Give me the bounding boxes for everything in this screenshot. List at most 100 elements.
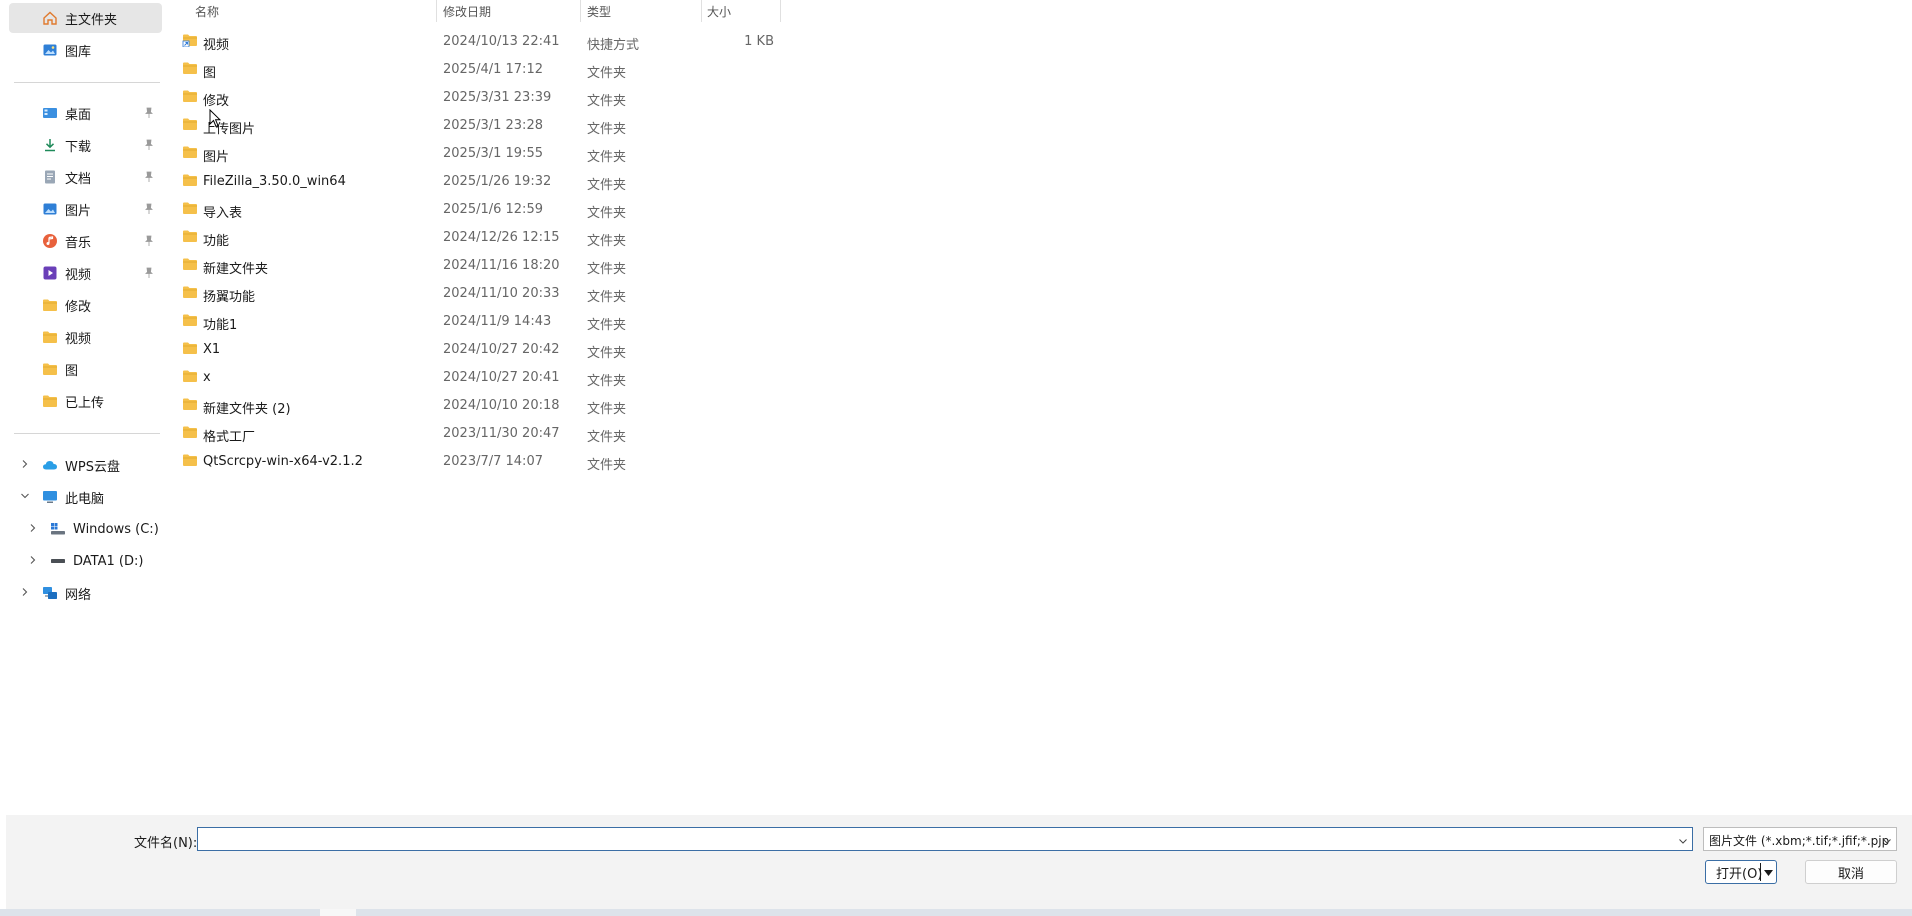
download-icon [41, 136, 59, 154]
nav-item-wps-cloud[interactable]: WPS云盘 [9, 450, 162, 480]
file-row[interactable]: 扬翼功能 2024/11/10 20:33 文件夹 [176, 279, 796, 307]
folder-icon [182, 145, 198, 159]
file-row[interactable]: 新建文件夹 2024/11/16 18:20 文件夹 [176, 251, 796, 279]
pin-icon [142, 170, 156, 184]
file-row[interactable]: X1 2024/10/27 20:42 文件夹 [176, 335, 796, 363]
chevron-right-icon[interactable] [19, 586, 31, 598]
column-separator[interactable] [436, 0, 437, 22]
this-pc-icon [41, 488, 59, 506]
nav-item-label: 网络 [65, 587, 92, 603]
file-date: 2025/1/6 12:59 [443, 202, 543, 217]
nav-item-folder-uploaded[interactable]: 已上传 [9, 386, 162, 416]
folder-icon [182, 369, 198, 383]
file-row[interactable]: 修改 2025/3/31 23:39 文件夹 [176, 83, 796, 111]
file-name: 扬翼功能 [203, 290, 256, 305]
file-type: 文件夹 [587, 402, 627, 417]
folder-icon [182, 201, 198, 215]
nav-item-documents[interactable]: 文档 [9, 162, 162, 192]
nav-item-desktop[interactable]: 桌面 [9, 98, 162, 128]
file-list: 名称 修改日期 类型 大小 视频 2024/10/13 22:41 快捷方式 1… [176, 0, 1912, 815]
nav-item-home[interactable]: 主文件夹 [9, 3, 162, 33]
file-row[interactable]: 功能1 2024/11/9 14:43 文件夹 [176, 307, 796, 335]
nav-item-folder-modify[interactable]: 修改 [9, 290, 162, 320]
file-name: x [203, 370, 211, 385]
file-row[interactable]: 新建文件夹 (2) 2024/10/10 20:18 文件夹 [176, 391, 796, 419]
open-button[interactable]: 打开(O) [1705, 860, 1777, 884]
nav-item-drive-c[interactable]: Windows (C:) [9, 514, 162, 544]
column-header-size[interactable]: 大小 [707, 0, 731, 22]
chevron-down-icon [1882, 835, 1892, 845]
nav-divider [14, 82, 160, 83]
nav-item-label: 文档 [65, 171, 92, 187]
folder-icon [41, 296, 59, 314]
chevron-right-icon[interactable] [27, 522, 39, 534]
nav-item-folder-tu[interactable]: 图 [9, 354, 162, 384]
file-name: 新建文件夹 (2) [203, 402, 291, 417]
chevron-right-icon[interactable] [19, 458, 31, 470]
folder-icon [41, 392, 59, 410]
file-row[interactable]: 格式工厂 2023/11/30 20:47 文件夹 [176, 419, 796, 447]
pin-icon [142, 234, 156, 248]
nav-item-drive-d[interactable]: DATA1 (D:) [9, 546, 162, 576]
pin-icon [142, 266, 156, 280]
file-date: 2025/3/1 23:28 [443, 118, 543, 133]
file-name: 新建文件夹 [203, 262, 269, 277]
file-row[interactable]: QtScrcpy-win-x64-v2.1.2 2023/7/7 14:07 文… [176, 447, 796, 475]
folder-icon [182, 229, 198, 243]
file-row[interactable]: FileZilla_3.50.0_win64 2025/1/26 19:32 文… [176, 167, 796, 195]
nav-item-label: 视频 [65, 267, 92, 283]
folder-icon [182, 397, 198, 411]
nav-item-label: DATA1 (D:) [73, 553, 144, 569]
desktop-icon [41, 104, 59, 122]
nav-item-pictures[interactable]: 图片 [9, 194, 162, 224]
column-separator[interactable] [701, 0, 702, 22]
file-open-dialog: 主文件夹 图库 桌面 下载 文档 图片 音乐 视频 修改 视频 图 已上传 WP… [0, 0, 1912, 916]
file-name: 修改 [203, 94, 230, 109]
nav-item-folder-videos[interactable]: 视频 [9, 322, 162, 352]
home-icon [41, 9, 59, 27]
nav-item-network[interactable]: 网络 [9, 578, 162, 608]
column-header-date[interactable]: 修改日期 [443, 0, 491, 22]
chevron-down-icon[interactable] [1678, 835, 1688, 845]
column-separator[interactable] [580, 0, 581, 22]
chevron-down-icon[interactable] [19, 490, 31, 502]
filename-input[interactable] [197, 827, 1693, 851]
file-type-filter[interactable]: 图片文件 (*.xbm;*.tif;*.jfif;*.pjp [1703, 827, 1897, 851]
nav-item-label: 图 [65, 363, 79, 379]
file-type: 文件夹 [587, 178, 627, 193]
file-row[interactable]: 功能 2024/12/26 12:15 文件夹 [176, 223, 796, 251]
file-row[interactable]: 图 2025/4/1 17:12 文件夹 [176, 55, 796, 83]
caret-down-icon[interactable] [1763, 867, 1774, 877]
file-type-filter-value: 图片文件 (*.xbm;*.tif;*.jfif;*.pjp [1709, 834, 1890, 848]
file-type: 快捷方式 [587, 38, 640, 53]
nav-item-label: WPS云盘 [65, 459, 120, 475]
file-type: 文件夹 [587, 206, 627, 221]
videos-icon [41, 264, 59, 282]
file-row[interactable]: 图片 2025/3/1 19:55 文件夹 [176, 139, 796, 167]
chevron-right-icon[interactable] [27, 554, 39, 566]
nav-item-music[interactable]: 音乐 [9, 226, 162, 256]
column-header-name[interactable]: 名称 [195, 0, 219, 22]
cancel-button[interactable]: 取消 [1805, 860, 1897, 884]
column-separator[interactable] [780, 0, 781, 22]
file-date: 2024/11/10 20:33 [443, 286, 560, 301]
nav-item-gallery[interactable]: 图库 [9, 35, 162, 65]
nav-item-this-pc[interactable]: 此电脑 [9, 482, 162, 512]
taskbar-highlight [320, 909, 356, 916]
column-header-type[interactable]: 类型 [587, 0, 611, 22]
music-icon [41, 232, 59, 250]
folder-icon [182, 453, 198, 467]
file-type: 文件夹 [587, 122, 627, 137]
nav-item-videos[interactable]: 视频 [9, 258, 162, 288]
folder-icon [182, 117, 198, 131]
pin-icon [142, 106, 156, 120]
file-row[interactable]: x 2024/10/27 20:41 文件夹 [176, 363, 796, 391]
folder-icon [182, 173, 198, 187]
file-row[interactable]: 导入表 2025/1/6 12:59 文件夹 [176, 195, 796, 223]
folder-icon [182, 313, 198, 327]
file-row[interactable]: 视频 2024/10/13 22:41 快捷方式 1 KB [176, 27, 796, 55]
file-date: 2024/12/26 12:15 [443, 230, 560, 245]
nav-item-downloads[interactable]: 下载 [9, 130, 162, 160]
file-row[interactable]: 上传图片 2025/3/1 23:28 文件夹 [176, 111, 796, 139]
file-name: QtScrcpy-win-x64-v2.1.2 [203, 454, 363, 469]
